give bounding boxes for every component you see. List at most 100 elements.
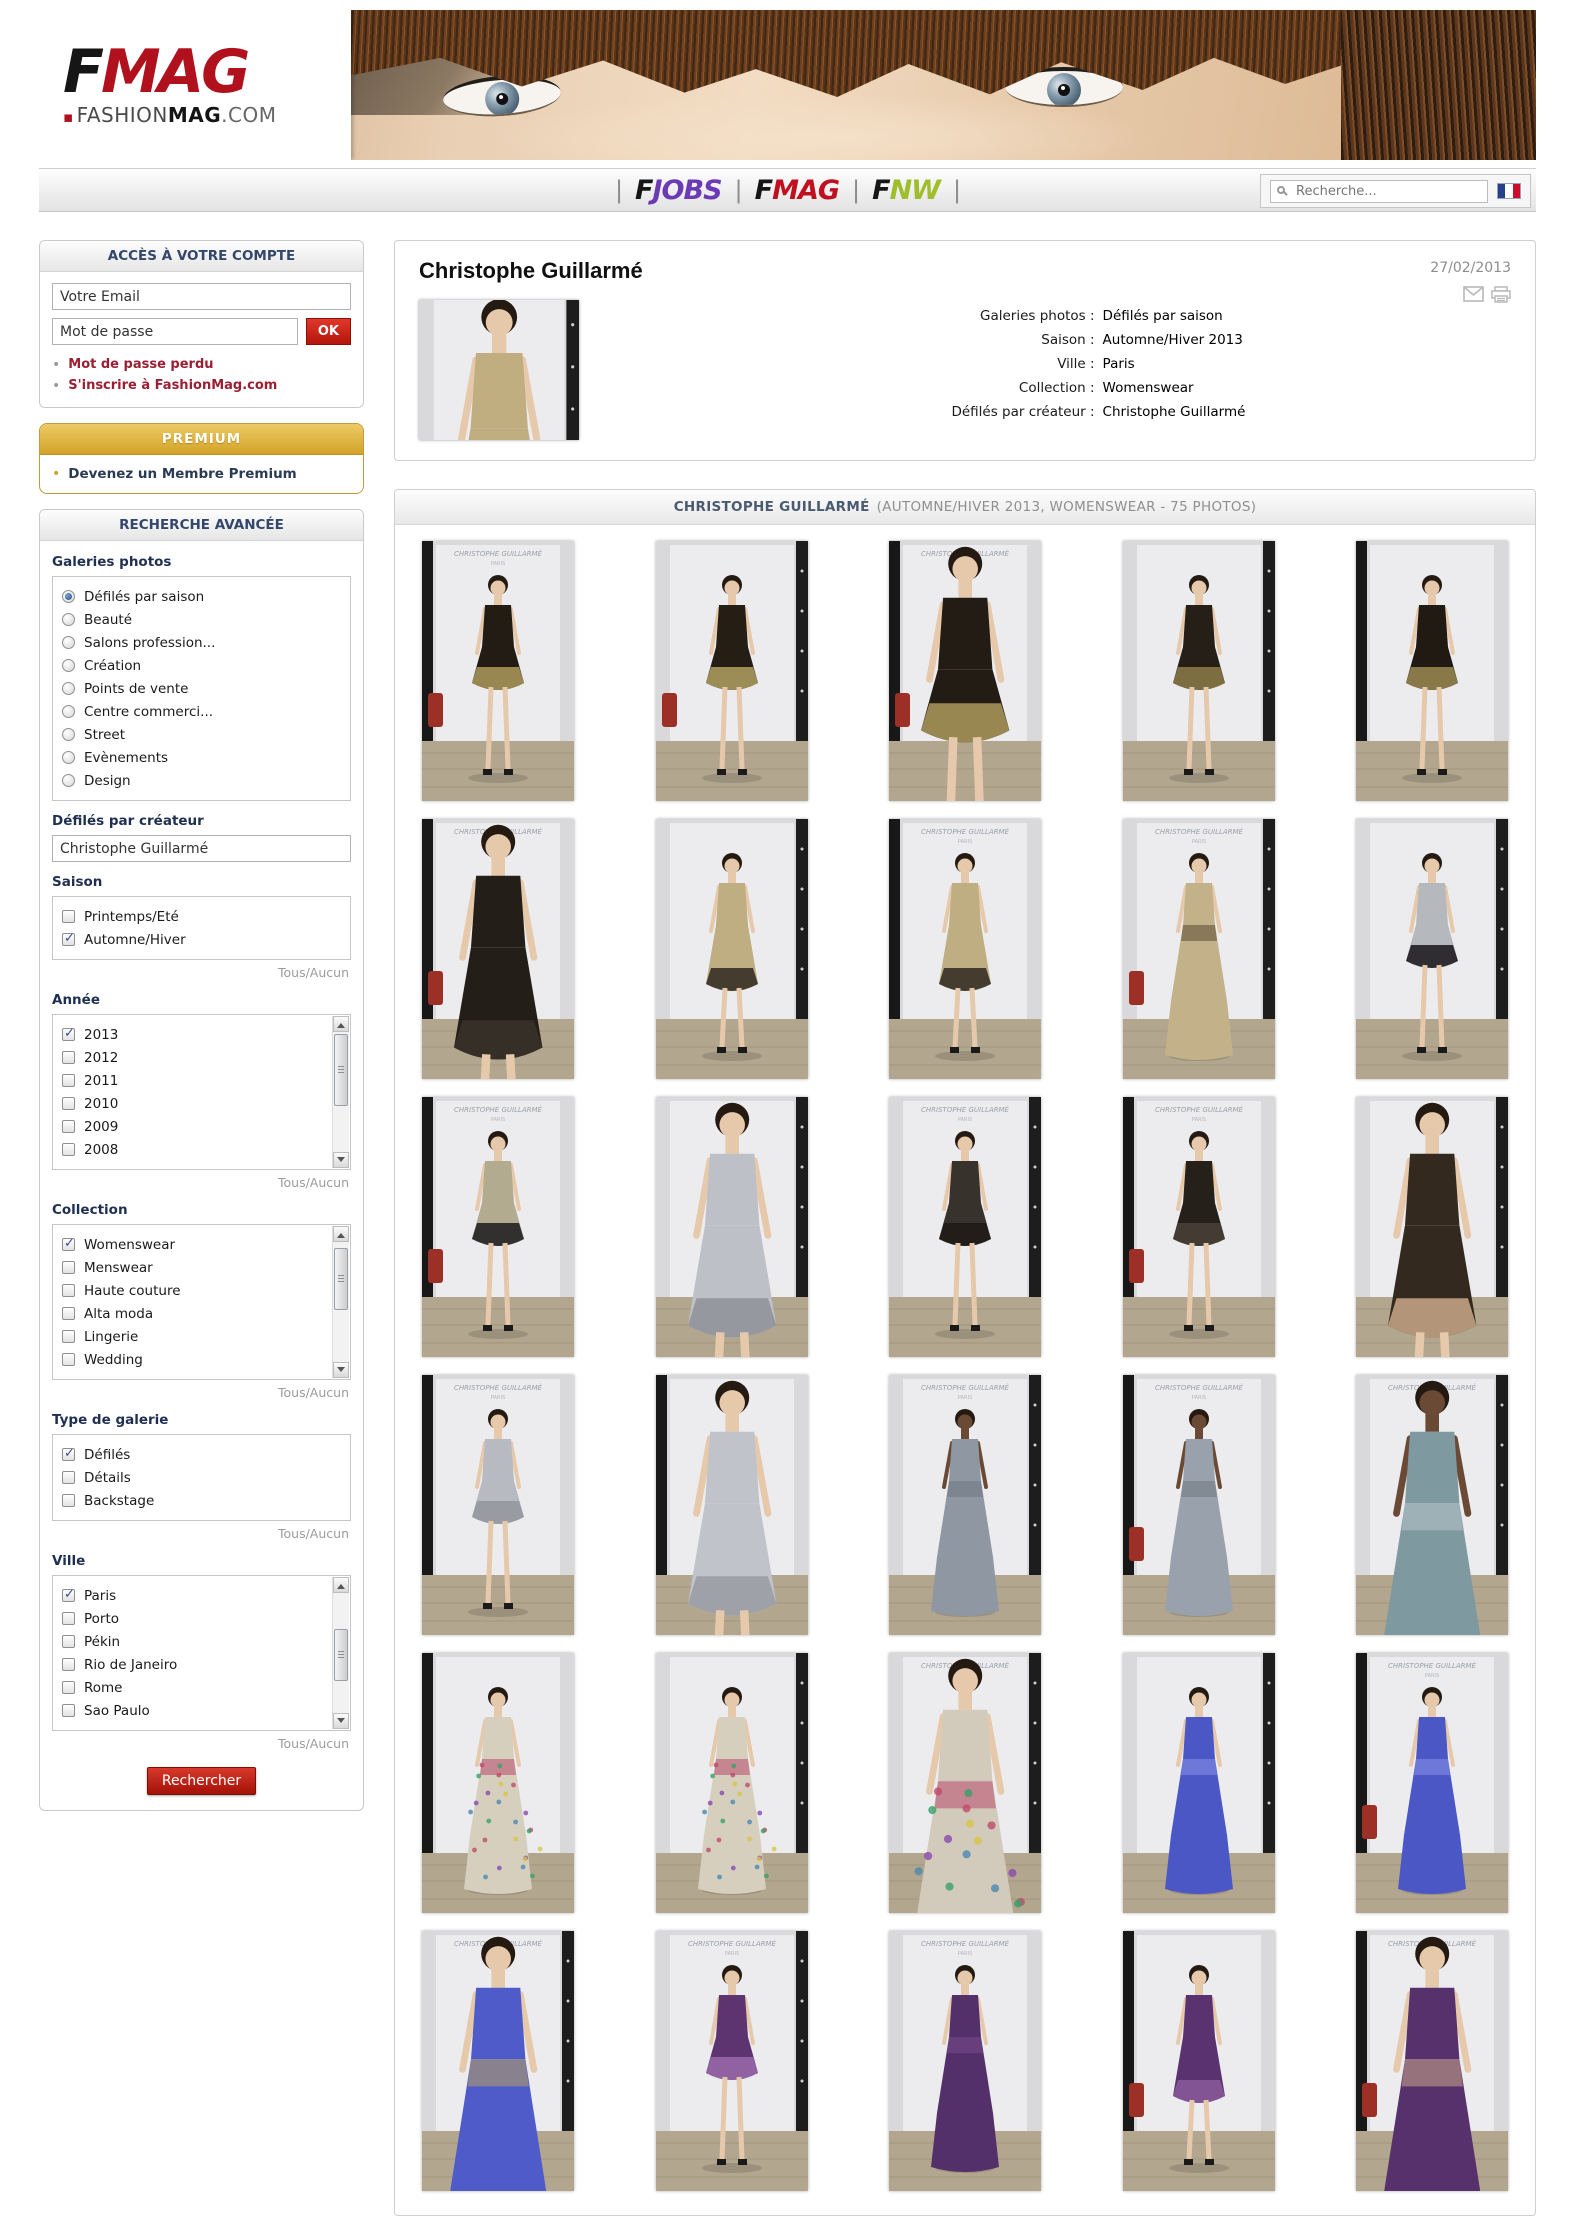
checkbox-icon[interactable] — [62, 1704, 75, 1717]
password-field[interactable] — [52, 318, 298, 345]
radio-option[interactable]: Points de vente — [59, 677, 344, 700]
account-link[interactable]: •Mot de passe perdu — [52, 354, 351, 375]
gallery-photo[interactable]: CHRISTOPHE GUILLARMÉPARIS — [889, 1931, 1041, 2191]
createur-input[interactable] — [52, 835, 351, 862]
gallery-photo[interactable] — [1356, 541, 1508, 801]
radio-option[interactable]: Centre commerci... — [59, 700, 344, 723]
scrollbar[interactable] — [332, 1016, 349, 1168]
scroll-thumb[interactable] — [334, 1248, 348, 1310]
scroll-down-button[interactable] — [333, 1362, 349, 1378]
gallery-photo[interactable] — [1123, 1653, 1275, 1913]
site-logo[interactable]: FMAG ▪FASHIONMAG.COM — [39, 10, 351, 160]
checkbox-icon[interactable] — [62, 1635, 75, 1648]
account-link-label[interactable]: S'inscrire à FashionMag.com — [68, 378, 277, 393]
gallery-photo[interactable]: CHRISTOPHE GUILLARMÉPARIS — [422, 541, 574, 801]
checkbox-icon[interactable] — [62, 1494, 75, 1507]
checkbox-icon[interactable] — [62, 1448, 75, 1461]
radio-option[interactable]: Salons profession... — [59, 631, 344, 654]
scroll-up-button[interactable] — [333, 1577, 349, 1593]
checkbox-option[interactable]: 2009 — [59, 1115, 326, 1138]
checkbox-option[interactable]: Lingerie — [59, 1325, 326, 1348]
nav-logo-fjobs[interactable]: FJOBS — [635, 175, 721, 206]
gallery-photo[interactable]: CHRISTOPHE GUILLARMÉPARIS — [1356, 1653, 1508, 1913]
gallery-photo[interactable]: CHRISTOPHE GUILLARMÉPARIS — [889, 1097, 1041, 1357]
checkbox-option[interactable]: Détails — [59, 1466, 344, 1489]
checkbox-option[interactable]: Womenswear — [59, 1233, 326, 1256]
checkbox-option[interactable]: 2012 — [59, 1046, 326, 1069]
checkbox-option[interactable]: Printemps/Eté — [59, 905, 344, 928]
gallery-photo[interactable]: CHRISTOPHE GUILLARMÉPARIS — [422, 1931, 574, 2191]
scroll-thumb[interactable] — [334, 1034, 348, 1106]
collection-toggle-all[interactable]: Tous/Aucun — [52, 1380, 351, 1400]
checkbox-icon[interactable] — [62, 1612, 75, 1625]
email-icon[interactable] — [1463, 286, 1484, 302]
checkbox-icon[interactable] — [62, 1307, 75, 1320]
checkbox-icon[interactable] — [62, 1074, 75, 1087]
checkbox-icon[interactable] — [62, 1284, 75, 1297]
checkbox-option[interactable]: Automne/Hiver — [59, 928, 344, 951]
scroll-up-button[interactable] — [333, 1226, 349, 1242]
search-input[interactable] — [1270, 180, 1488, 203]
radio-option[interactable]: Evènements — [59, 746, 344, 769]
checkbox-icon[interactable] — [62, 1471, 75, 1484]
checkbox-option[interactable]: Rio de Janeiro — [59, 1653, 326, 1676]
checkbox-icon[interactable] — [62, 1051, 75, 1064]
checkbox-icon[interactable] — [62, 1353, 75, 1366]
checkbox-option[interactable]: Wedding — [59, 1348, 326, 1371]
scroll-down-button[interactable] — [333, 1152, 349, 1168]
scrollbar[interactable] — [332, 1577, 349, 1729]
scrollbar[interactable] — [332, 1226, 349, 1378]
scroll-down-button[interactable] — [333, 1713, 349, 1729]
gallery-photo[interactable]: CHRISTOPHE GUILLARMÉPARIS — [422, 1097, 574, 1357]
gallery-photo[interactable]: CHRISTOPHE GUILLARMÉPARIS — [1123, 1375, 1275, 1635]
gallery-photo[interactable] — [656, 1097, 808, 1357]
gallery-photo[interactable]: CHRISTOPHE GUILLARMÉPARIS — [1356, 1931, 1508, 2191]
french-flag-icon[interactable] — [1497, 183, 1521, 199]
account-link-label[interactable]: Mot de passe perdu — [68, 357, 213, 372]
gallery-photo[interactable]: CHRISTOPHE GUILLARMÉPARIS — [889, 1375, 1041, 1635]
article-thumbnail-photo[interactable] — [419, 300, 579, 440]
checkbox-option[interactable]: Haute couture — [59, 1279, 326, 1302]
radio-icon[interactable] — [62, 590, 75, 603]
gallery-photo[interactable] — [656, 819, 808, 1079]
radio-option[interactable]: Défilés par saison — [59, 585, 344, 608]
checkbox-option[interactable]: Backstage — [59, 1489, 344, 1512]
premium-link-label[interactable]: Devenez un Membre Premium — [68, 466, 296, 482]
checkbox-icon[interactable] — [62, 1097, 75, 1110]
nav-logo-fmag[interactable]: FMAG — [755, 175, 839, 206]
checkbox-option[interactable]: Paris — [59, 1584, 326, 1607]
radio-icon[interactable] — [62, 774, 75, 787]
checkbox-icon[interactable] — [62, 1238, 75, 1251]
gallery-photo[interactable]: CHRISTOPHE GUILLARMÉPARIS — [889, 819, 1041, 1079]
radio-option[interactable]: Beauté — [59, 608, 344, 631]
gallery-photo[interactable] — [1356, 819, 1508, 1079]
checkbox-option[interactable]: 2011 — [59, 1069, 326, 1092]
checkbox-option[interactable]: Sao Paulo — [59, 1699, 326, 1722]
gallery-photo[interactable]: CHRISTOPHE GUILLARMÉPARIS — [656, 1931, 808, 2191]
checkbox-icon[interactable] — [62, 1028, 75, 1041]
gallery-photo[interactable]: CHRISTOPHE GUILLARMÉPARIS — [422, 1375, 574, 1635]
gallery-photo[interactable] — [422, 1653, 574, 1913]
gallery-photo[interactable]: CHRISTOPHE GUILLARMÉPARIS — [889, 541, 1041, 801]
radio-option[interactable]: Création — [59, 654, 344, 677]
gallery-photo[interactable] — [656, 1375, 808, 1635]
login-ok-button[interactable]: OK — [306, 318, 351, 345]
gallery-photo[interactable]: CHRISTOPHE GUILLARMÉPARIS — [1356, 1375, 1508, 1635]
checkbox-icon[interactable] — [62, 1261, 75, 1274]
gallery-photo[interactable] — [1123, 541, 1275, 801]
radio-icon[interactable] — [62, 728, 75, 741]
checkbox-icon[interactable] — [62, 1589, 75, 1602]
account-link[interactable]: •S'inscrire à FashionMag.com — [52, 375, 351, 396]
radio-option[interactable]: Design — [59, 769, 344, 792]
checkbox-icon[interactable] — [62, 1681, 75, 1694]
radio-icon[interactable] — [62, 751, 75, 764]
radio-icon[interactable] — [62, 659, 75, 672]
checkbox-icon[interactable] — [62, 1143, 75, 1156]
checkbox-option[interactable]: Alta moda — [59, 1302, 326, 1325]
gallery-photo[interactable] — [1356, 1097, 1508, 1357]
rechercher-button[interactable]: Rechercher — [147, 1767, 256, 1795]
checkbox-icon[interactable] — [62, 1658, 75, 1671]
radio-icon[interactable] — [62, 705, 75, 718]
print-icon[interactable] — [1491, 286, 1511, 303]
email-field[interactable] — [52, 283, 351, 310]
